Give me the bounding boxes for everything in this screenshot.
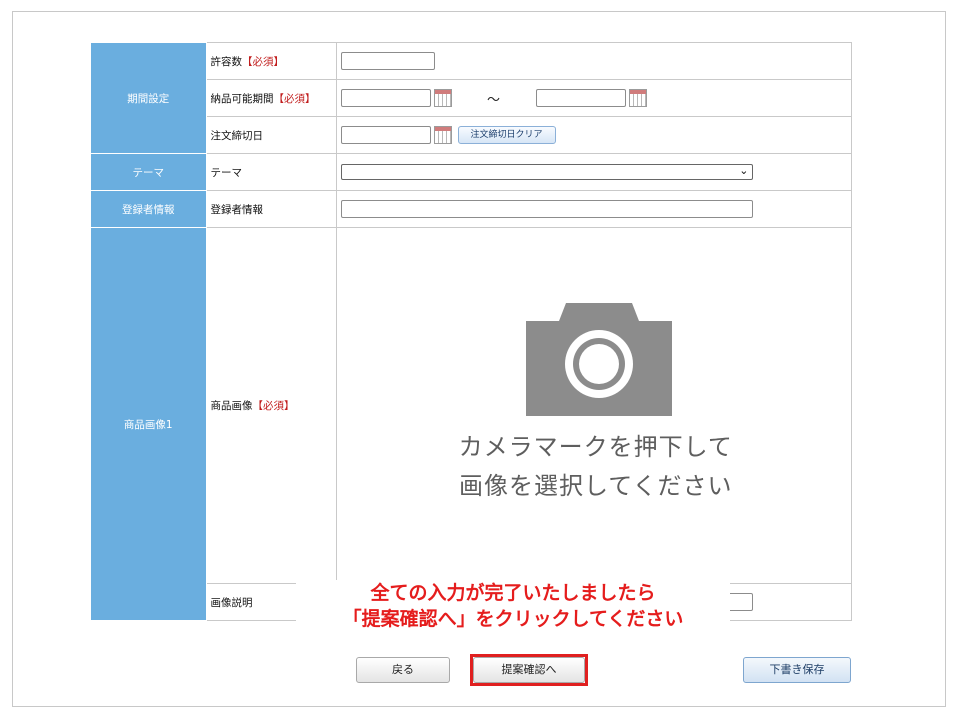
- image-upload-area: カメラマークを押下して 画像を選択してください: [341, 228, 852, 583]
- image-upload-cell: カメラマークを押下して 画像を選択してください: [335, 227, 852, 584]
- clear-deadline-button[interactable]: 注文締切日クリア: [457, 126, 556, 144]
- instruction-annotation: 全ての入力が完了いたしましたら 「提案確認へ」をクリックしてください: [296, 580, 730, 632]
- theme-select[interactable]: ⌄: [340, 164, 753, 180]
- camera-icon[interactable]: [525, 303, 672, 416]
- delivery-start-input[interactable]: [340, 89, 431, 107]
- instruction-line1: 全ての入力が完了いたしましたら: [370, 582, 656, 604]
- allowed-count-input[interactable]: [340, 52, 435, 70]
- instruction-line2: 「提案確認へ」をクリックしてください: [342, 608, 684, 630]
- field-allowed-count-cell: [335, 42, 852, 80]
- label-product-image-text: 商品画像: [210, 400, 253, 412]
- label-delivery-period-text: 納品可能期間: [210, 92, 274, 105]
- field-order-deadline-cell: 注文締切日クリア: [335, 116, 852, 154]
- registrant-input[interactable]: [340, 200, 753, 218]
- save-draft-button[interactable]: 下書き保存: [743, 657, 851, 683]
- calendar-icon[interactable]: [628, 89, 647, 107]
- section-product-image: 商品画像1: [91, 227, 207, 621]
- label-allowed-count-text: 許容数: [210, 55, 243, 68]
- section-theme: テーマ: [91, 153, 207, 191]
- camera-caption-line1: カメラマークを押下して: [458, 433, 733, 461]
- label-delivery-period: 納品可能期間【必須】: [205, 79, 337, 117]
- label-product-image: 商品画像【必須】: [205, 227, 337, 584]
- field-delivery-period-cell: ～: [335, 79, 852, 117]
- chevron-down-icon: ⌄: [739, 164, 749, 177]
- order-deadline-input[interactable]: [340, 126, 431, 144]
- required-mark: 【必須】: [273, 92, 316, 105]
- calendar-icon[interactable]: [433, 89, 452, 107]
- section-registrant: 登録者情報: [91, 190, 207, 228]
- required-mark: 【必須】: [242, 55, 284, 68]
- back-button[interactable]: 戻る: [356, 657, 450, 683]
- section-period: 期間設定: [91, 42, 207, 154]
- label-theme: テーマ: [205, 153, 337, 191]
- field-registrant-cell: [335, 190, 852, 228]
- camera-caption: カメラマークを押下して 画像を選択してください: [341, 428, 852, 506]
- label-order-deadline: 注文締切日: [205, 116, 337, 154]
- label-registrant: 登録者情報: [205, 190, 337, 228]
- confirm-proposal-button[interactable]: 提案確認へ: [473, 657, 585, 683]
- calendar-icon[interactable]: [433, 126, 452, 144]
- delivery-end-input[interactable]: [535, 89, 626, 107]
- proposal-form: 期間設定 許容数【必須】 納品可能期間【必須】 ～ 注文締切日 注文締切日クリア…: [91, 42, 852, 621]
- label-allowed-count: 許容数【必須】: [205, 42, 337, 80]
- camera-caption-line2: 画像を選択してください: [458, 472, 733, 500]
- required-mark: 【必須】: [252, 400, 295, 412]
- field-theme-cell: ⌄: [335, 153, 852, 191]
- range-tilde: ～: [486, 92, 500, 108]
